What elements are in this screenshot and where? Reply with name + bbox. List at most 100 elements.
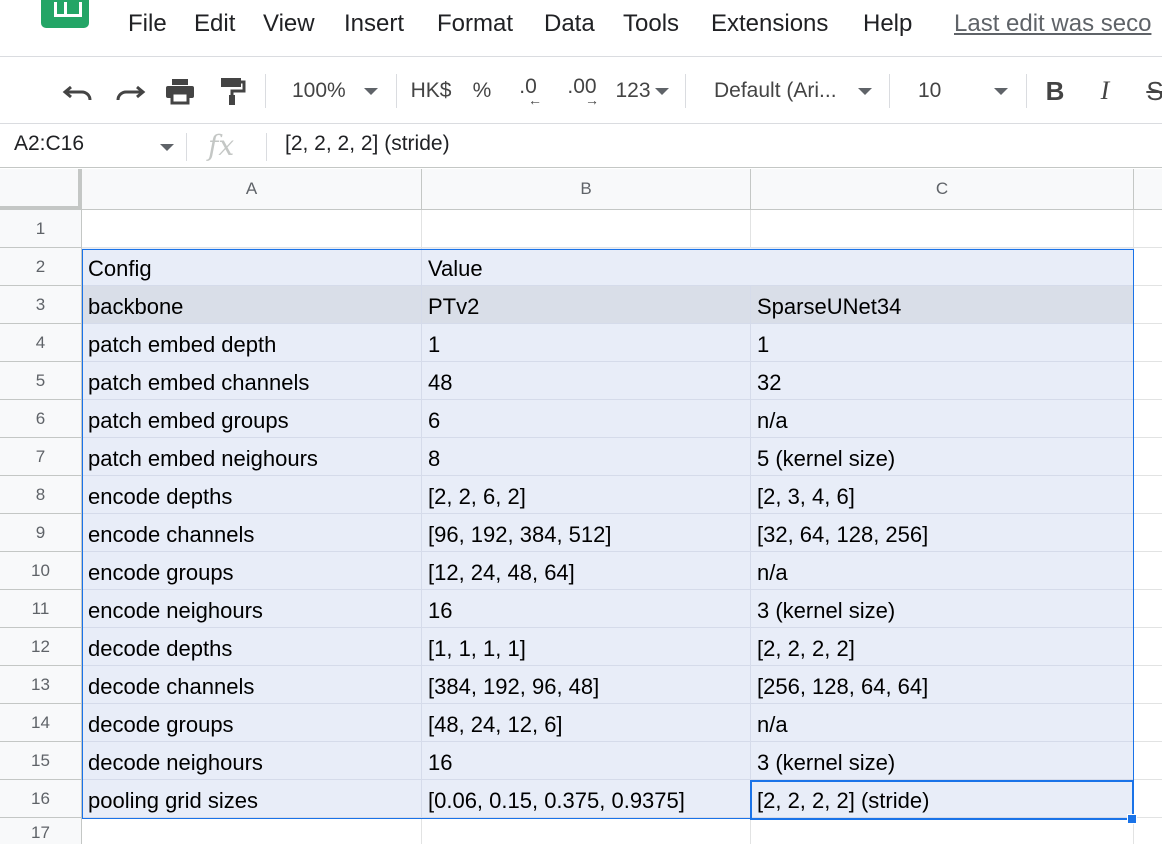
- column-header-b[interactable]: B: [422, 169, 751, 210]
- column-header-a[interactable]: A: [82, 169, 422, 210]
- cell-c10[interactable]: n/a: [751, 552, 1134, 590]
- menu-help[interactable]: Help: [863, 10, 912, 38]
- cell-a3[interactable]: backbone: [82, 286, 422, 324]
- cell-a12[interactable]: decode depths: [82, 628, 422, 666]
- cell-c15[interactable]: 3 (kernel size): [751, 742, 1134, 780]
- print-button[interactable]: [160, 57, 200, 125]
- cell-a5[interactable]: patch embed channels: [82, 362, 422, 400]
- cell-b17[interactable]: [422, 818, 751, 844]
- menu-extensions[interactable]: Extensions: [711, 10, 828, 38]
- cell-d7[interactable]: [1134, 438, 1162, 476]
- currency-format-button[interactable]: HK$: [404, 57, 458, 125]
- cell-b14[interactable]: [48, 24, 12, 6]: [422, 704, 751, 742]
- percent-format-button[interactable]: %: [462, 57, 502, 125]
- cell-d15[interactable]: [1134, 742, 1162, 780]
- cell-b8[interactable]: [2, 2, 6, 2]: [422, 476, 751, 514]
- cell-d4[interactable]: [1134, 324, 1162, 362]
- row-header-7[interactable]: 7: [0, 438, 82, 476]
- cell-d2[interactable]: [1134, 248, 1162, 286]
- cell-d6[interactable]: [1134, 400, 1162, 438]
- cell-c13[interactable]: [256, 128, 64, 64]: [751, 666, 1134, 704]
- row-header-12[interactable]: 12: [0, 628, 82, 666]
- cell-d17[interactable]: [1134, 818, 1162, 844]
- cell-d5[interactable]: [1134, 362, 1162, 400]
- italic-button[interactable]: I: [1086, 57, 1124, 125]
- cell-a1[interactable]: [82, 210, 422, 248]
- last-edit-link[interactable]: Last edit was seco: [954, 10, 1151, 38]
- cell-d11[interactable]: [1134, 590, 1162, 628]
- menu-insert[interactable]: Insert: [344, 10, 404, 38]
- menu-file[interactable]: File: [128, 10, 167, 38]
- cell-c17[interactable]: [751, 818, 1134, 844]
- cell-b4[interactable]: 1: [422, 324, 751, 362]
- cell-c8[interactable]: [2, 3, 4, 6]: [751, 476, 1134, 514]
- cell-a14[interactable]: decode groups: [82, 704, 422, 742]
- cell-c5[interactable]: 32: [751, 362, 1134, 400]
- menu-data[interactable]: Data: [544, 10, 595, 38]
- cell-a17[interactable]: [82, 818, 422, 844]
- decrease-decimal-button[interactable]: .0 ←: [506, 57, 550, 125]
- name-box[interactable]: A2:C16: [14, 132, 84, 156]
- cell-a8[interactable]: encode depths: [82, 476, 422, 514]
- cell-d3[interactable]: [1134, 286, 1162, 324]
- undo-button[interactable]: [58, 57, 98, 125]
- cell-a6[interactable]: patch embed groups: [82, 400, 422, 438]
- cell-a11[interactable]: encode neighours: [82, 590, 422, 628]
- row-header-8[interactable]: 8: [0, 476, 82, 514]
- cell-b15[interactable]: 16: [422, 742, 751, 780]
- cell-d8[interactable]: [1134, 476, 1162, 514]
- cell-d16[interactable]: [1134, 780, 1162, 818]
- cell-c12[interactable]: [2, 2, 2, 2]: [751, 628, 1134, 666]
- cell-c6[interactable]: n/a: [751, 400, 1134, 438]
- row-header-16[interactable]: 16: [0, 780, 82, 818]
- cell-a4[interactable]: patch embed depth: [82, 324, 422, 362]
- more-formats-button[interactable]: 123: [610, 57, 674, 125]
- cell-d12[interactable]: [1134, 628, 1162, 666]
- cell-a9[interactable]: encode channels: [82, 514, 422, 552]
- cell-a15[interactable]: decode neighours: [82, 742, 422, 780]
- cell-c11[interactable]: 3 (kernel size): [751, 590, 1134, 628]
- cell-b1[interactable]: [422, 210, 751, 248]
- cell-c9[interactable]: [32, 64, 128, 256]: [751, 514, 1134, 552]
- row-header-17[interactable]: 17: [0, 818, 82, 844]
- row-header-4[interactable]: 4: [0, 324, 82, 362]
- row-header-15[interactable]: 15: [0, 742, 82, 780]
- row-header-2[interactable]: 2: [0, 248, 82, 286]
- cell-b2[interactable]: Value: [422, 248, 1134, 286]
- row-header-3[interactable]: 3: [0, 286, 82, 324]
- row-header-6[interactable]: 6: [0, 400, 82, 438]
- google-sheets-logo[interactable]: [41, 0, 89, 28]
- cell-b7[interactable]: 8: [422, 438, 751, 476]
- zoom-select[interactable]: 100%: [280, 57, 390, 125]
- cell-b16[interactable]: [0.06, 0.15, 0.375, 0.9375]: [422, 780, 751, 818]
- cell-a7[interactable]: patch embed neighours: [82, 438, 422, 476]
- row-header-9[interactable]: 9: [0, 514, 82, 552]
- column-header-d[interactable]: [1134, 169, 1162, 210]
- menu-edit[interactable]: Edit: [194, 10, 235, 38]
- menu-format[interactable]: Format: [437, 10, 513, 38]
- cell-d13[interactable]: [1134, 666, 1162, 704]
- cell-a13[interactable]: decode channels: [82, 666, 422, 704]
- column-header-c[interactable]: C: [751, 169, 1134, 210]
- increase-decimal-button[interactable]: .00 →: [558, 57, 606, 125]
- fill-handle[interactable]: [1127, 814, 1137, 824]
- formula-input[interactable]: [2, 2, 2, 2] (stride): [285, 132, 450, 156]
- cell-b3[interactable]: PTv2: [422, 286, 751, 324]
- cell-c7[interactable]: 5 (kernel size): [751, 438, 1134, 476]
- row-header-14[interactable]: 14: [0, 704, 82, 742]
- font-family-select[interactable]: Default (Ari...: [700, 57, 880, 125]
- cell-a2[interactable]: Config: [82, 248, 422, 286]
- cell-b9[interactable]: [96, 192, 384, 512]: [422, 514, 751, 552]
- cell-d1[interactable]: [1134, 210, 1162, 248]
- cell-b10[interactable]: [12, 24, 48, 64]: [422, 552, 751, 590]
- cell-b12[interactable]: [1, 1, 1, 1]: [422, 628, 751, 666]
- redo-button[interactable]: [110, 57, 150, 125]
- cell-c14[interactable]: n/a: [751, 704, 1134, 742]
- font-size-select[interactable]: 10: [900, 57, 1018, 125]
- menu-tools[interactable]: Tools: [623, 10, 679, 38]
- strikethrough-button[interactable]: S: [1136, 57, 1162, 125]
- paint-format-button[interactable]: [212, 57, 252, 125]
- row-header-5[interactable]: 5: [0, 362, 82, 400]
- chevron-down-icon[interactable]: [160, 144, 174, 151]
- row-header-11[interactable]: 11: [0, 590, 82, 628]
